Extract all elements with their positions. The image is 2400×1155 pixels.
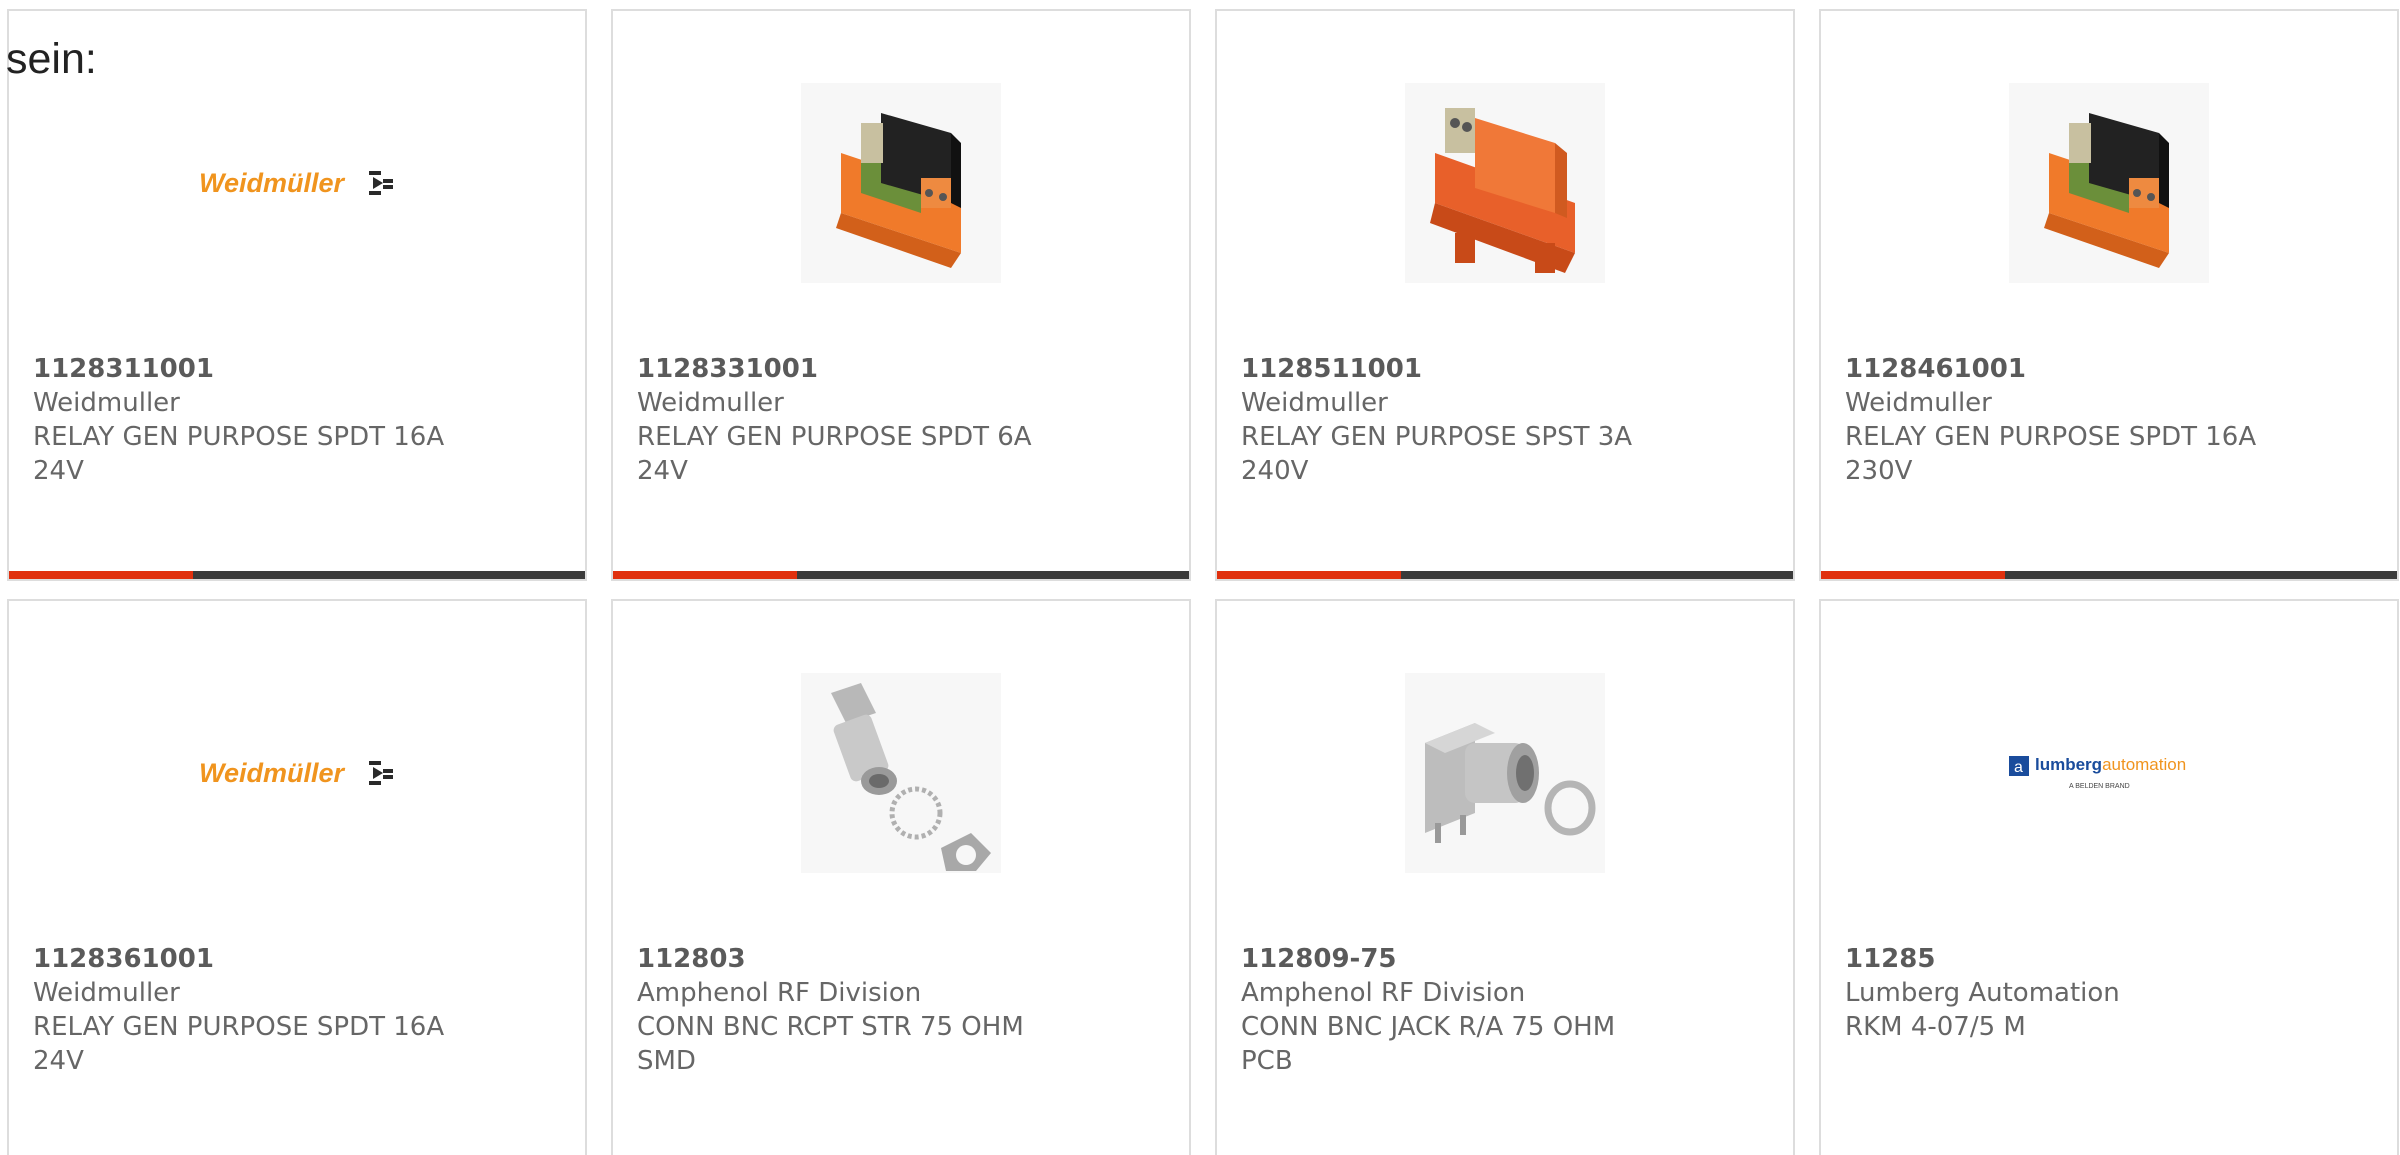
description: RELAY GEN PURPOSE SPST 3A 240V: [1241, 422, 1633, 486]
weidmuller-logo: Weidmüller: [197, 83, 397, 283]
manufacturer: Lumberg Automation: [1845, 978, 2120, 1008]
svg-text:Weidmüller: Weidmüller: [199, 168, 346, 198]
description: CONN BNC RCPT STR 75 OHM SMD: [637, 1012, 1024, 1076]
product-card[interactable]: Weidmüller 1128361001 Weidmuller RELAY G…: [7, 599, 587, 1155]
manufacturer: Weidmuller: [1845, 388, 1992, 418]
product-card[interactable]: 1128331001 Weidmuller RELAY GEN PURPOSE …: [611, 9, 1191, 581]
progress-bar: [613, 571, 1189, 579]
product-card[interactable]: 1128511001 Weidmuller RELAY GEN PURPOSE …: [1215, 9, 1795, 581]
part-number[interactable]: 1128361001: [33, 942, 561, 976]
relay-module-icon: [2009, 83, 2209, 283]
relay-module-icon: [801, 83, 1001, 283]
manufacturer: Weidmuller: [33, 978, 180, 1008]
manufacturer: Amphenol RF Division: [637, 978, 922, 1008]
manufacturer: Weidmuller: [637, 388, 784, 418]
part-number[interactable]: 1128331001: [637, 352, 1165, 386]
product-card[interactable]: 1128461001 Weidmuller RELAY GEN PURPOSE …: [1819, 9, 2399, 581]
description: RELAY GEN PURPOSE SPDT 16A 24V: [33, 422, 445, 486]
progress-bar: [9, 571, 585, 579]
page: sein: Weidmüller 1128311001 Weidmuller R…: [0, 0, 2400, 1155]
part-number[interactable]: 11285: [1845, 942, 2373, 976]
manufacturer: Weidmuller: [33, 388, 180, 418]
progress-bar: [1821, 571, 2397, 579]
intro-text: sein:: [6, 35, 97, 83]
svg-text:lumbergautomation: lumbergautomation: [2035, 755, 2186, 774]
manufacturer: Amphenol RF Division: [1241, 978, 1526, 1008]
part-number[interactable]: 112803: [637, 942, 1165, 976]
svg-text:Weidmüller: Weidmüller: [199, 758, 346, 788]
relay-module-icon: [1405, 83, 1605, 283]
product-card[interactable]: 112803 Amphenol RF Division CONN BNC RCP…: [611, 599, 1191, 1155]
part-number[interactable]: 1128511001: [1241, 352, 1769, 386]
product-card[interactable]: Weidmüller 1128311001 Weidmuller RELAY G…: [7, 9, 587, 581]
description: RELAY GEN PURPOSE SPDT 16A 24V: [33, 1012, 445, 1076]
bnc-receptacle-icon: [801, 673, 1001, 873]
part-number[interactable]: 1128311001: [33, 352, 561, 386]
product-card[interactable]: a lumbergautomation A BELDEN BRAND 11285…: [1819, 599, 2399, 1155]
svg-text:A BELDEN BRAND: A BELDEN BRAND: [2069, 783, 2130, 790]
description: RELAY GEN PURPOSE SPDT 6A 24V: [637, 422, 1032, 486]
description: RKM 4-07/5 M: [1845, 1012, 2026, 1042]
bnc-jack-icon: [1405, 673, 1605, 873]
weidmuller-logo: Weidmüller: [197, 673, 397, 873]
manufacturer: Weidmuller: [1241, 388, 1388, 418]
description: CONN BNC JACK R/A 75 OHM PCB: [1241, 1012, 1616, 1076]
progress-bar: [1217, 571, 1793, 579]
svg-text:a: a: [2014, 759, 2023, 776]
part-number[interactable]: 1128461001: [1845, 352, 2373, 386]
description: RELAY GEN PURPOSE SPDT 16A 230V: [1845, 422, 2257, 486]
part-number[interactable]: 112809-75: [1241, 942, 1769, 976]
lumberg-logo: a lumbergautomation A BELDEN BRAND: [2009, 673, 2209, 873]
product-grid: Weidmüller 1128311001 Weidmuller RELAY G…: [7, 9, 2400, 1155]
product-card[interactable]: 112809-75 Amphenol RF Division CONN BNC …: [1215, 599, 1795, 1155]
